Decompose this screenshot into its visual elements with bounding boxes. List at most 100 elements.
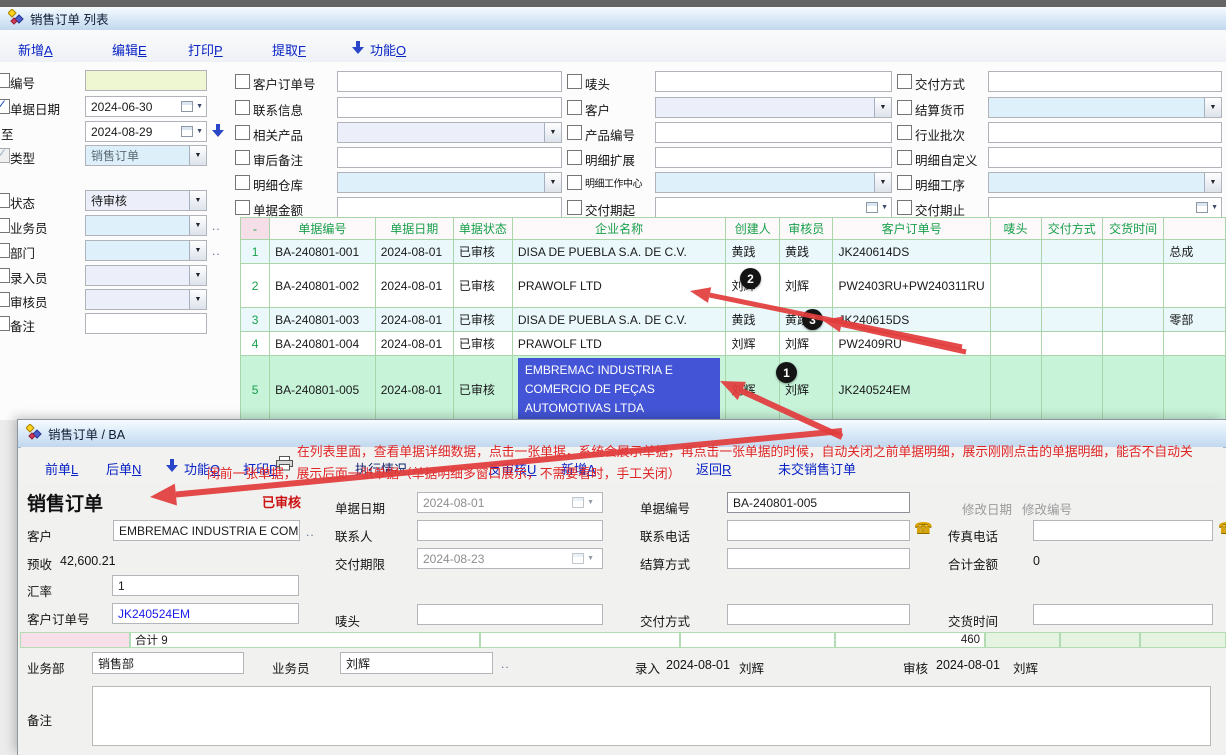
prev-doc-button[interactable]: 前单L [45,459,78,478]
dropdown-button[interactable]: ▼ [1204,173,1221,192]
table-cell[interactable] [1102,240,1163,264]
dropdown-button[interactable]: ▼ [189,216,206,235]
customer-order-cell[interactable]: JK240614DS [833,240,990,264]
extract-button[interactable]: 提取F [272,40,306,59]
table-cell[interactable] [1041,308,1102,332]
filter-checkbox[interactable] [567,100,582,115]
more-button[interactable]: .. [501,657,510,671]
filter-input[interactable] [655,147,892,168]
filter-checkbox[interactable] [235,175,250,190]
filter-checkbox[interactable] [897,175,912,190]
dropdown-arrow-icon[interactable]: ▼ [1211,204,1218,211]
table-cell[interactable]: 2024-08-01 [375,240,453,264]
table-cell[interactable]: 2024-08-01 [375,264,453,308]
filter-checkbox[interactable] [567,150,582,165]
filter-checkbox[interactable] [897,150,912,165]
more-button[interactable]: .. [212,244,221,258]
table-cell[interactable] [1164,356,1226,421]
table-cell[interactable]: BA-240801-004 [270,332,376,356]
table-cell[interactable] [1102,332,1163,356]
column-header[interactable]: 交付方式 [1041,218,1102,240]
filter-select[interactable]: ▼ [655,172,892,193]
filter-input[interactable] [655,122,892,143]
salesman-field[interactable]: 刘辉 [340,652,493,674]
dropdown-button[interactable]: ▼ [189,191,206,210]
table-cell[interactable]: 已审核 [453,332,512,356]
table-cell[interactable] [1041,356,1102,421]
dropdown-button[interactable]: ▼ [189,290,206,309]
filter-input[interactable] [85,70,207,91]
delivery-mode-field[interactable] [727,604,910,625]
filter-date-input[interactable]: 2024-06-30▼ [85,96,207,117]
filter-checkbox[interactable] [0,268,10,283]
table-cell[interactable] [1102,356,1163,421]
table-cell[interactable] [1102,264,1163,308]
filter-select[interactable]: ▼ [85,215,207,236]
filter-checkbox[interactable] [0,292,10,307]
dropdown-button[interactable]: ▼ [544,123,561,142]
filter-select[interactable]: ▼ [85,240,207,261]
filter-checkbox[interactable] [0,316,10,331]
table-cell[interactable]: BA-240801-001 [270,240,376,264]
filter-checkbox[interactable] [0,99,10,114]
table-cell[interactable] [1041,332,1102,356]
table-cell[interactable]: 黄践 [726,240,780,264]
column-header[interactable]: 单据编号 [270,218,376,240]
rate-field[interactable]: 1 [112,575,299,596]
filter-checkbox[interactable] [897,100,912,115]
filter-checkbox[interactable] [235,100,250,115]
company-cell[interactable]: DISA DE PUEBLA S.A. DE C.V. [512,308,726,332]
table-cell[interactable]: 已审核 [453,264,512,308]
table-cell[interactable]: 黄践 [726,308,780,332]
calendar-icon[interactable] [572,497,584,508]
table-cell[interactable] [1102,308,1163,332]
filter-input[interactable] [988,147,1222,168]
filter-input[interactable] [337,197,562,218]
filter-select[interactable]: ▼ [337,122,562,143]
dropdown-button[interactable]: ▼ [874,98,891,117]
dropdown-arrow-icon[interactable]: ▼ [881,204,888,211]
filter-checkbox[interactable] [235,125,250,140]
filter-select[interactable]: 待审核▼ [85,190,207,211]
table-cell[interactable] [1164,264,1226,308]
filter-checkbox[interactable] [567,175,582,190]
dropdown-button[interactable]: ▼ [189,241,206,260]
calendar-icon[interactable] [866,202,878,213]
calendar-icon[interactable] [181,126,193,137]
filter-select[interactable]: ▼ [655,97,892,118]
filter-checkbox[interactable] [235,74,250,89]
filter-checkbox[interactable] [0,243,10,258]
phone-icon[interactable]: ☎ [1218,519,1226,537]
remark-field[interactable] [92,686,1211,746]
filter-checkbox[interactable] [235,150,250,165]
settle-field[interactable] [727,548,910,569]
filter-select[interactable]: ▼ [85,289,207,310]
table-row[interactable]: 2BA-240801-0022024-08-01已审核PRAWOLF LTD刘辉… [241,264,1226,308]
dropdown-button[interactable]: ▼ [874,173,891,192]
filter-checkbox[interactable] [0,148,10,163]
table-cell[interactable] [990,332,1041,356]
filter-date-input[interactable]: ▼ [988,197,1222,218]
customer-order-cell[interactable]: JK240524EM [833,356,990,421]
table-cell[interactable]: 刘辉 [726,356,780,421]
function-menu[interactable]: 功能O [370,40,406,59]
contact-field[interactable] [417,520,603,541]
mark-field[interactable] [417,604,603,625]
filter-checkbox[interactable] [897,200,912,215]
delivery-term-field[interactable]: 2024-08-23▼ [417,548,603,569]
dept-field[interactable]: 销售部 [92,652,244,674]
table-cell[interactable]: 零部 [1164,308,1226,332]
edit-button[interactable]: 编辑E [112,40,147,59]
phone-field[interactable] [727,520,910,541]
column-header[interactable]: 单据状态 [453,218,512,240]
filter-checkbox[interactable] [0,218,10,233]
table-cell[interactable]: 总成 [1164,240,1226,264]
company-cell[interactable]: DISA DE PUEBLA S.A. DE C.V. [512,240,726,264]
doc-no-field[interactable]: BA-240801-005 [727,492,910,513]
table-cell[interactable]: 2024-08-01 [375,332,453,356]
dropdown-button[interactable]: ▼ [189,146,206,165]
table-cell[interactable] [1041,264,1102,308]
table-row[interactable]: 3BA-240801-0032024-08-01已审核DISA DE PUEBL… [241,308,1226,332]
company-cell-selected[interactable]: EMBREMAC INDUSTRIA E COMERCIO DE PEÇAS A… [512,356,726,421]
column-header[interactable]: - [241,218,270,240]
